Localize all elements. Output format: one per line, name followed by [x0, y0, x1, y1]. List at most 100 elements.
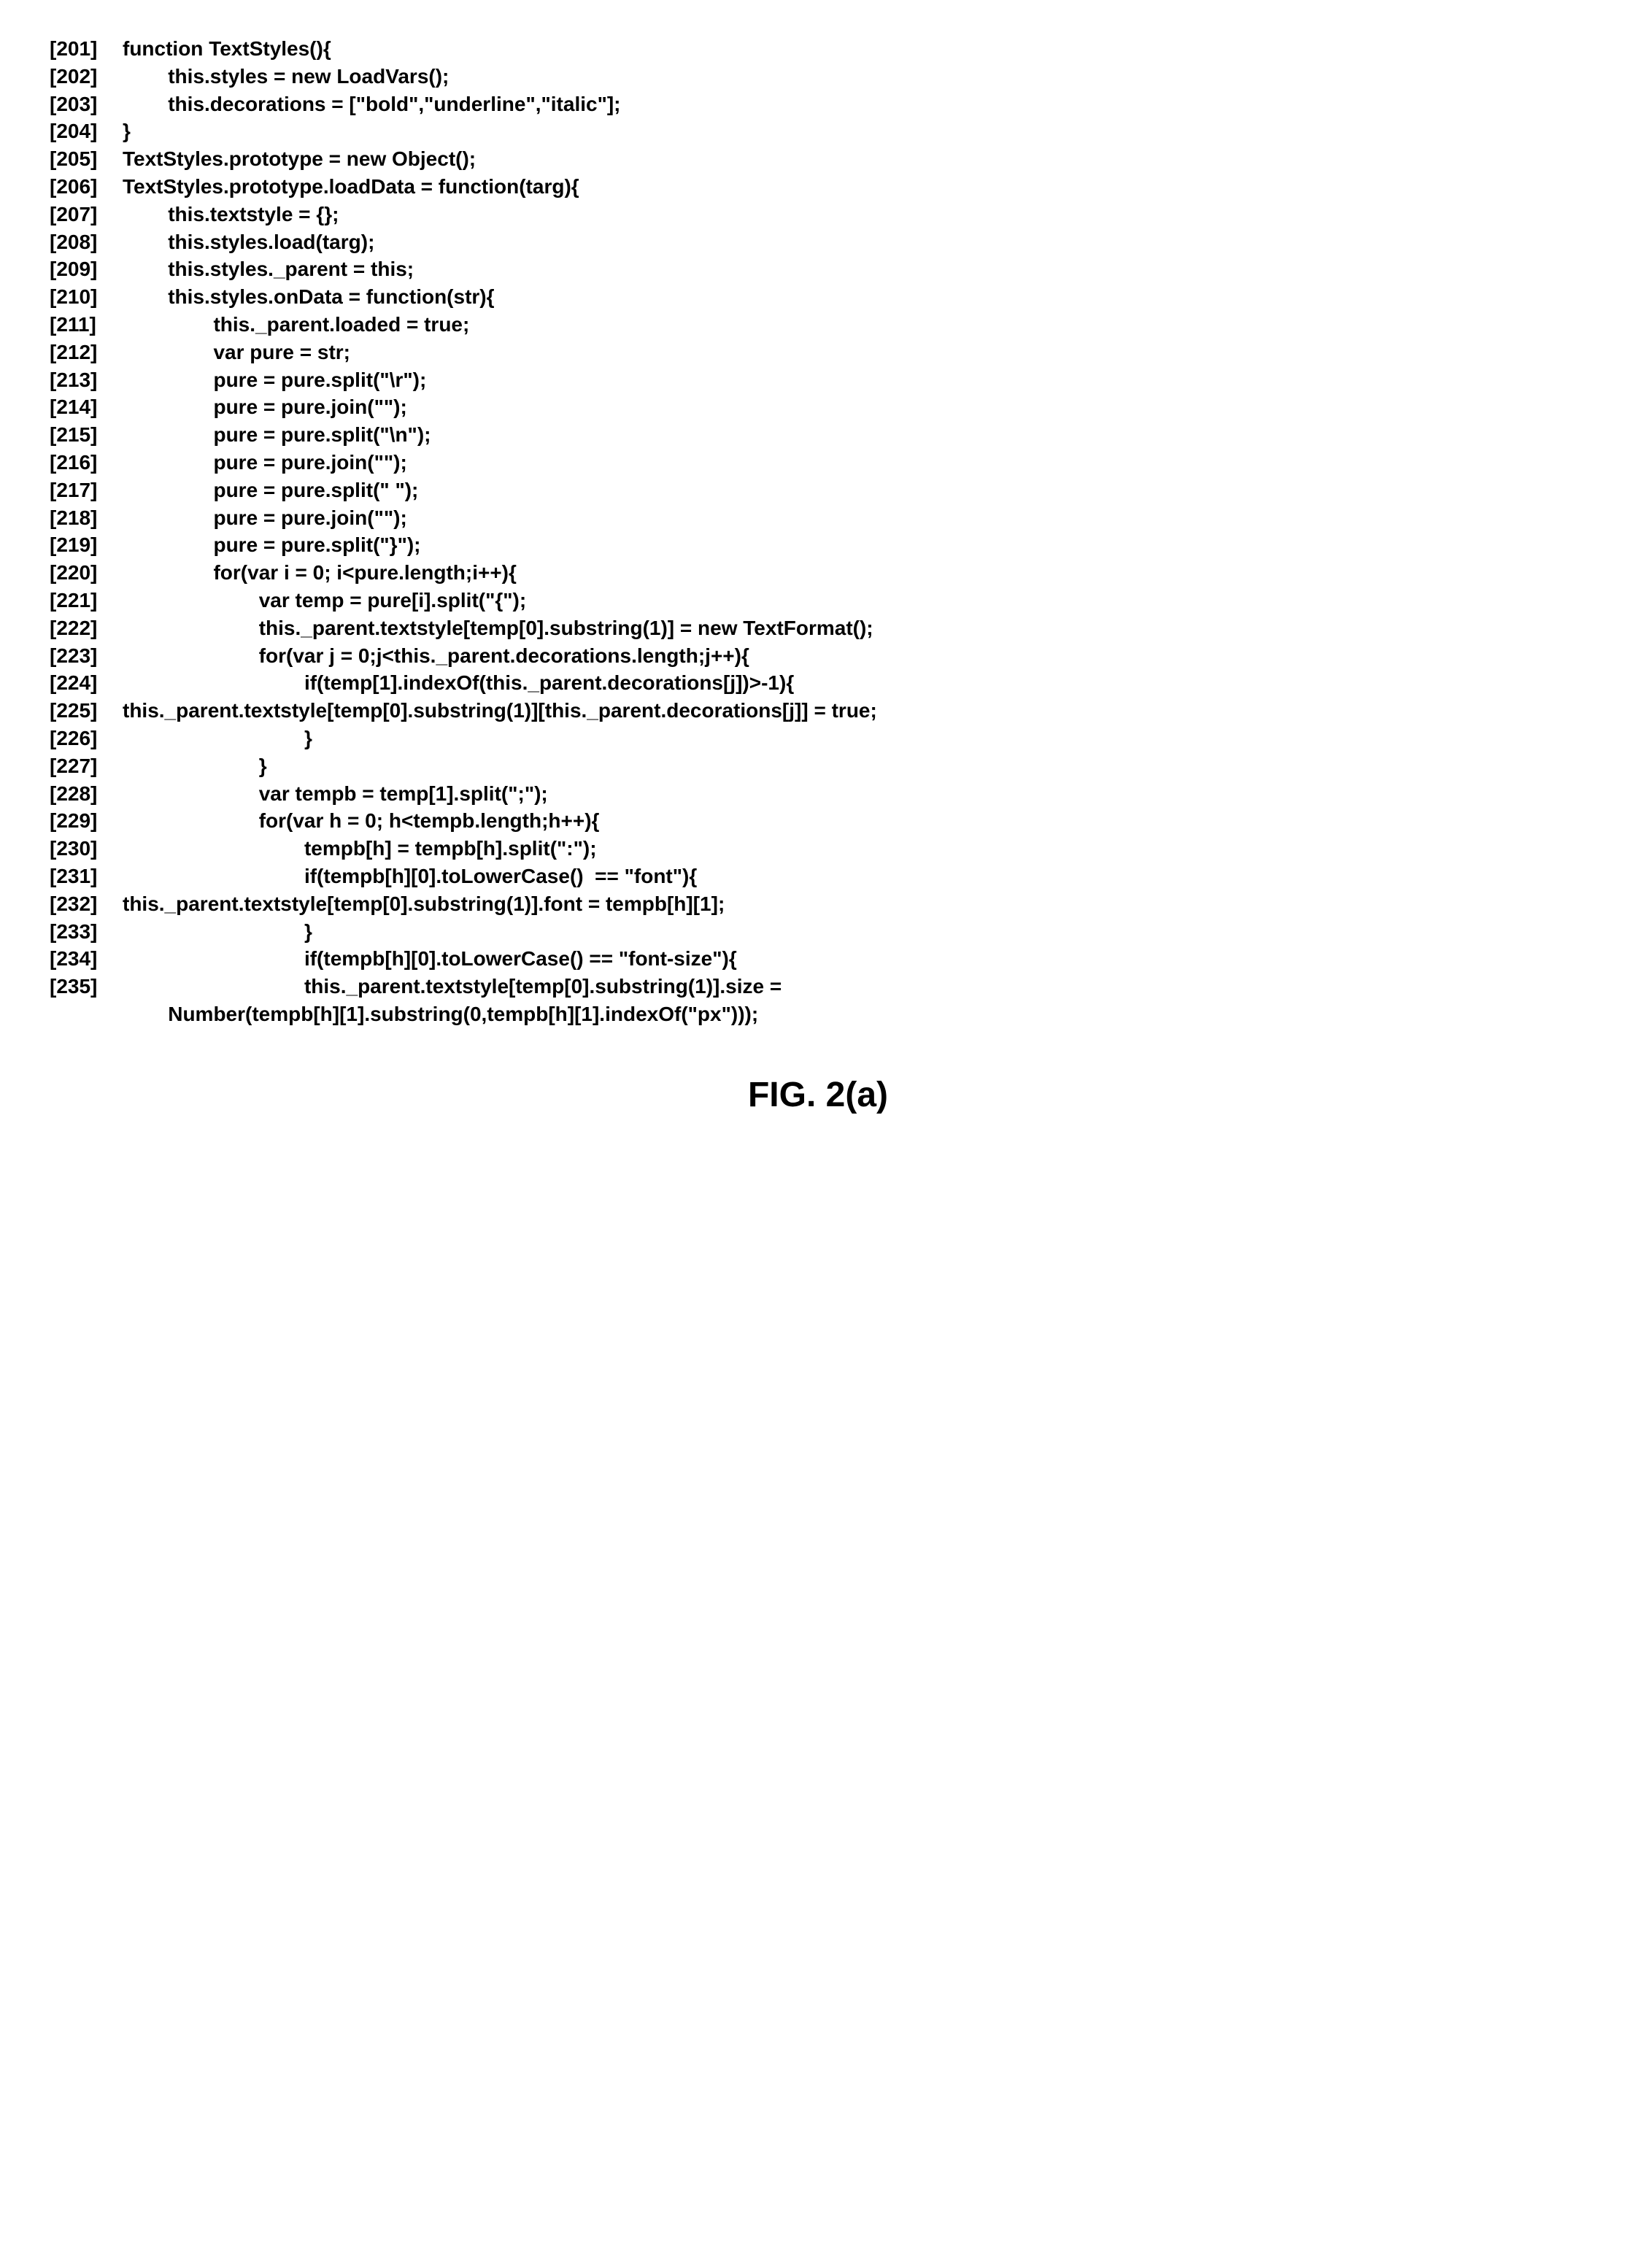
line-number: [207]: [50, 201, 123, 228]
line-number: [205]: [50, 145, 123, 173]
code-line: [216] pure = pure.join("");: [50, 449, 1586, 477]
line-number: [206]: [50, 173, 123, 201]
code-line: [228] var tempb = temp[1].split(";");: [50, 780, 1586, 808]
line-number: [210]: [50, 283, 123, 311]
line-number: [215]: [50, 421, 123, 449]
code-line: [232]this._parent.textstyle[temp[0].subs…: [50, 890, 1586, 918]
code-line: [208] this.styles.load(targ);: [50, 228, 1586, 256]
figure-label: FIG. 2(a): [50, 1072, 1586, 1119]
code-line: [224] if(temp[1].indexOf(this._parent.de…: [50, 669, 1586, 697]
line-number: [219]: [50, 531, 123, 559]
line-content: }: [123, 725, 1586, 752]
line-content: this._parent.textstyle[temp[0].substring…: [123, 890, 1586, 918]
line-number: [222]: [50, 614, 123, 642]
code-line: [205]TextStyles.prototype = new Object()…: [50, 145, 1586, 173]
line-content: Number(tempb[h][1].substring(0,tempb[h][…: [123, 1000, 1586, 1028]
code-line: [223] for(var j = 0;j<this._parent.decor…: [50, 642, 1586, 670]
code-line: [201]function TextStyles(){: [50, 35, 1586, 63]
code-line: Number(tempb[h][1].substring(0,tempb[h][…: [50, 1000, 1586, 1028]
line-content: pure = pure.split("\n");: [123, 421, 1586, 449]
line-content: this.decorations = ["bold","underline","…: [123, 90, 1586, 118]
line-content: this.styles.load(targ);: [123, 228, 1586, 256]
line-content: TextStyles.prototype = new Object();: [123, 145, 1586, 173]
line-content: this.styles.onData = function(str){: [123, 283, 1586, 311]
line-number: [224]: [50, 669, 123, 697]
line-content: }: [123, 752, 1586, 780]
line-content: pure = pure.split("}");: [123, 531, 1586, 559]
code-line: [235] this._parent.textstyle[temp[0].sub…: [50, 973, 1586, 1000]
code-line: [231] if(tempb[h][0].toLowerCase() == "f…: [50, 863, 1586, 890]
line-number: [216]: [50, 449, 123, 477]
code-line: [229] for(var h = 0; h<tempb.length;h++)…: [50, 807, 1586, 835]
line-number: [226]: [50, 725, 123, 752]
line-content: pure = pure.join("");: [123, 449, 1586, 477]
code-line: [213] pure = pure.split("\r");: [50, 366, 1586, 394]
line-number: [230]: [50, 835, 123, 863]
code-line: [226] }: [50, 725, 1586, 752]
line-content: if(tempb[h][0].toLowerCase() == "font"){: [123, 863, 1586, 890]
line-number: [232]: [50, 890, 123, 918]
code-line: [215] pure = pure.split("\n");: [50, 421, 1586, 449]
line-number: [203]: [50, 90, 123, 118]
line-number: [209]: [50, 255, 123, 283]
code-line: [203] this.decorations = ["bold","underl…: [50, 90, 1586, 118]
line-number: [204]: [50, 117, 123, 145]
code-line: [210] this.styles.onData = function(str)…: [50, 283, 1586, 311]
code-line: [230] tempb[h] = tempb[h].split(":");: [50, 835, 1586, 863]
line-content: for(var i = 0; i<pure.length;i++){: [123, 559, 1586, 587]
code-line: [209] this.styles._parent = this;: [50, 255, 1586, 283]
line-content: this._parent.textstyle[temp[0].substring…: [123, 614, 1586, 642]
line-content: for(var j = 0;j<this._parent.decorations…: [123, 642, 1586, 670]
code-line: [207] this.textstyle = {};: [50, 201, 1586, 228]
line-content: }: [123, 117, 1586, 145]
line-content: this.styles = new LoadVars();: [123, 63, 1586, 90]
line-number: [218]: [50, 504, 123, 532]
line-number: [217]: [50, 477, 123, 504]
line-number: [201]: [50, 35, 123, 63]
code-line: [222] this._parent.textstyle[temp[0].sub…: [50, 614, 1586, 642]
code-line: [204]}: [50, 117, 1586, 145]
line-content: var temp = pure[i].split("{");: [123, 587, 1586, 614]
line-number: [211]: [50, 311, 123, 339]
line-content: var tempb = temp[1].split(";");: [123, 780, 1586, 808]
line-content: pure = pure.split("\r");: [123, 366, 1586, 394]
line-number: [212]: [50, 339, 123, 366]
line-content: if(temp[1].indexOf(this._parent.decorati…: [123, 669, 1586, 697]
line-number: [234]: [50, 945, 123, 973]
line-number: [214]: [50, 393, 123, 421]
line-number: [223]: [50, 642, 123, 670]
code-line: [218] pure = pure.join("");: [50, 504, 1586, 532]
line-content: TextStyles.prototype.loadData = function…: [123, 173, 1586, 201]
line-content: this._parent.textstyle[temp[0].substring…: [123, 973, 1586, 1000]
line-number: [231]: [50, 863, 123, 890]
line-number: [220]: [50, 559, 123, 587]
line-content: pure = pure.join("");: [123, 504, 1586, 532]
line-content: pure = pure.split(" ");: [123, 477, 1586, 504]
code-line: [217] pure = pure.split(" ");: [50, 477, 1586, 504]
code-line: [214] pure = pure.join("");: [50, 393, 1586, 421]
line-number: [208]: [50, 228, 123, 256]
line-content: }: [123, 918, 1586, 946]
line-number: [228]: [50, 780, 123, 808]
code-line: [225]this._parent.textstyle[temp[0].subs…: [50, 697, 1586, 725]
code-line: [227] }: [50, 752, 1586, 780]
code-line: [219] pure = pure.split("}");: [50, 531, 1586, 559]
code-line: [202] this.styles = new LoadVars();: [50, 63, 1586, 90]
line-number: [221]: [50, 587, 123, 614]
line-number: [229]: [50, 807, 123, 835]
line-content: this.textstyle = {};: [123, 201, 1586, 228]
code-line: [220] for(var i = 0; i<pure.length;i++){: [50, 559, 1586, 587]
line-content: tempb[h] = tempb[h].split(":");: [123, 835, 1586, 863]
line-content: for(var h = 0; h<tempb.length;h++){: [123, 807, 1586, 835]
line-content: function TextStyles(){: [123, 35, 1586, 63]
line-content: this._parent.textstyle[temp[0].substring…: [123, 697, 1586, 725]
line-content: if(tempb[h][0].toLowerCase() == "font-si…: [123, 945, 1586, 973]
line-number: [233]: [50, 918, 123, 946]
code-line: [233] }: [50, 918, 1586, 946]
code-line: [211] this._parent.loaded = true;: [50, 311, 1586, 339]
line-number: [235]: [50, 973, 123, 1000]
code-line: [212] var pure = str;: [50, 339, 1586, 366]
code-line: [206]TextStyles.prototype.loadData = fun…: [50, 173, 1586, 201]
line-content: this.styles._parent = this;: [123, 255, 1586, 283]
line-number: [225]: [50, 697, 123, 725]
